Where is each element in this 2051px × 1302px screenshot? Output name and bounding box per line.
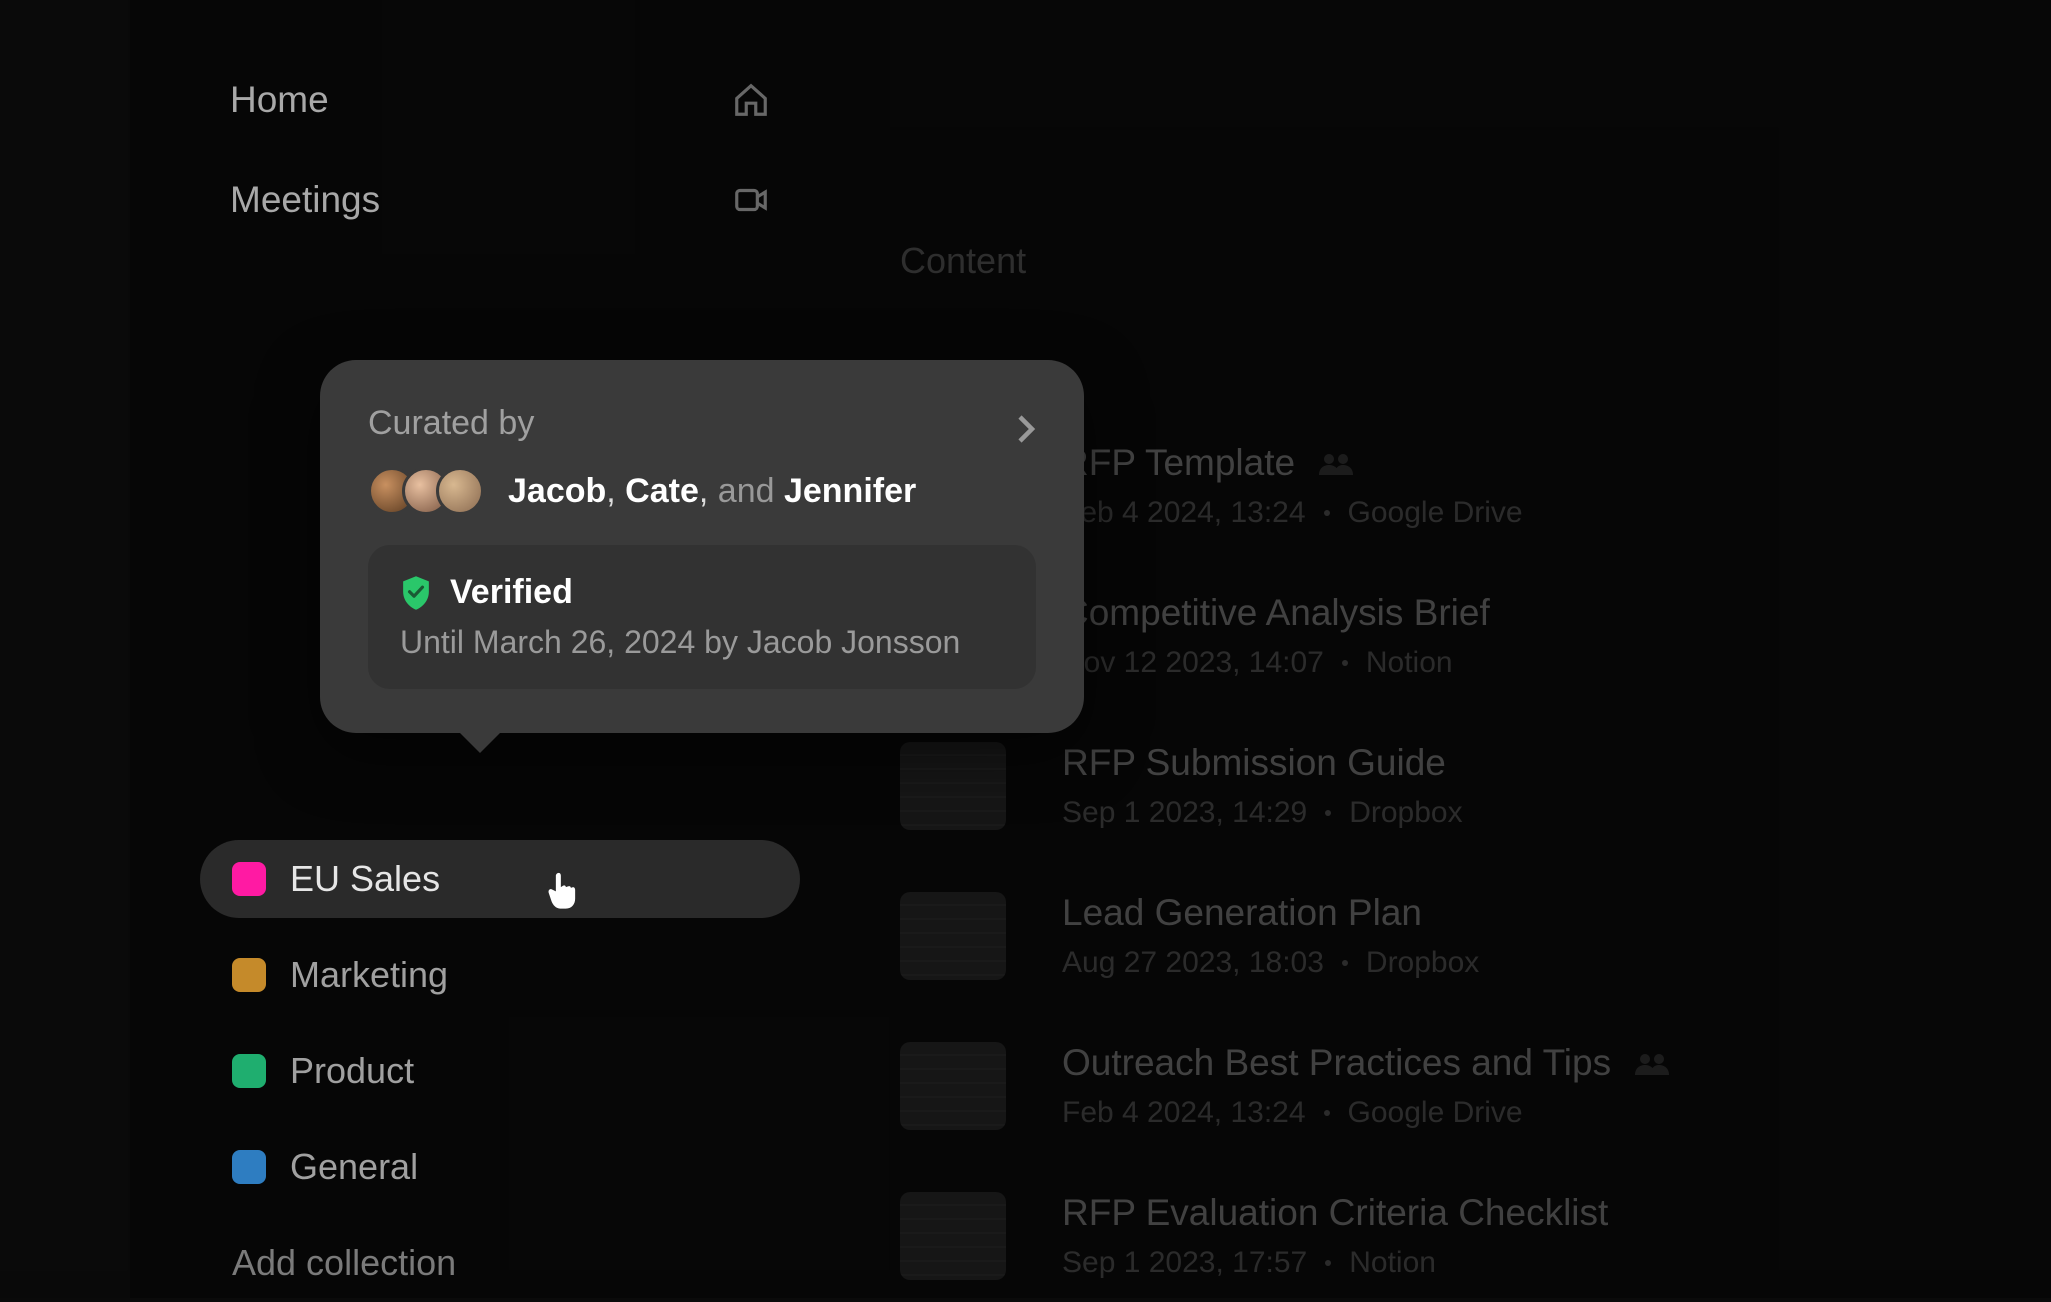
curator-names: Jacob, Cate, and Jennifer xyxy=(508,472,916,511)
content-heading: Content xyxy=(900,240,2021,282)
content-title: Competitive Analysis Brief xyxy=(1062,592,1490,634)
sidebar: Home Meetings Curated by xyxy=(130,0,870,1298)
content-subline: Feb 4 2024, 13:24 Google Drive xyxy=(1062,496,1523,530)
content-title: Lead Generation Plan xyxy=(1062,892,1422,934)
collection-label: EU Sales xyxy=(290,858,440,900)
shield-check-icon xyxy=(400,575,432,611)
collection-item-general[interactable]: General xyxy=(200,1128,800,1206)
nav-meetings-label: Meetings xyxy=(230,179,380,221)
content-meta: Outreach Best Practices and Tips Feb 4 20… xyxy=(1062,1042,1673,1130)
content-title: RFP Submission Guide xyxy=(1062,742,1446,784)
nav-home-label: Home xyxy=(230,79,329,121)
content-source: Notion xyxy=(1349,1246,1436,1280)
separator-dot xyxy=(1342,660,1348,666)
color-swatch xyxy=(232,1054,266,1088)
content-subline: Feb 4 2024, 13:24 Google Drive xyxy=(1062,1096,1673,1130)
content-item[interactable]: RFP Evaluation Criteria Checklist Sep 1 2… xyxy=(900,1192,2021,1280)
shared-users-icon xyxy=(1317,450,1357,476)
content-source: Dropbox xyxy=(1349,796,1462,830)
chevron-right-icon xyxy=(1016,414,1036,434)
content-date: Feb 4 2024, 13:24 xyxy=(1062,1096,1306,1130)
collection-item-marketing[interactable]: Marketing xyxy=(200,936,800,1014)
curated-popover: Curated by Jacob, Cate, and Jennifer xyxy=(320,360,1084,733)
collection-label: Marketing xyxy=(290,954,448,996)
add-collection-button[interactable]: Add collection xyxy=(200,1224,800,1302)
content-item[interactable]: RFP Submission Guide Sep 1 2023, 14:29 Dro… xyxy=(900,742,2021,830)
content-date: Nov 12 2023, 14:07 xyxy=(1062,646,1324,680)
content-date: Feb 4 2024, 13:24 xyxy=(1062,496,1306,530)
separator-dot xyxy=(1325,1260,1331,1266)
document-thumbnail xyxy=(900,892,1006,980)
separator-dot xyxy=(1324,1110,1330,1116)
separator-dot xyxy=(1342,960,1348,966)
content-title: Outreach Best Practices and Tips xyxy=(1062,1042,1611,1084)
content-meta: RFP Template Feb 4 2024, 13:24 Google Driv… xyxy=(1062,442,1523,530)
curated-by-row[interactable]: Curated by xyxy=(368,404,1036,443)
verified-title: Verified xyxy=(450,573,573,612)
content-source: Notion xyxy=(1366,646,1453,680)
avatar xyxy=(436,467,484,515)
verified-detail: Until March 26, 2024 by Jacob Jonsson xyxy=(400,624,1004,661)
curator-avatars xyxy=(368,467,484,515)
content-subline: Sep 1 2023, 17:57 Notion xyxy=(1062,1246,1608,1280)
content-date: Sep 1 2023, 17:57 xyxy=(1062,1246,1307,1280)
content-meta: RFP Evaluation Criteria Checklist Sep 1 2… xyxy=(1062,1192,1608,1280)
content-subline: Sep 1 2023, 14:29 Dropbox xyxy=(1062,796,1463,830)
add-collection-label: Add collection xyxy=(232,1242,456,1284)
color-swatch xyxy=(232,958,266,992)
nav-meetings[interactable]: Meetings xyxy=(130,150,870,250)
collection-item-eu-sales[interactable]: EU Sales xyxy=(200,840,800,918)
collection-item-product[interactable]: Product xyxy=(200,1032,800,1110)
home-icon xyxy=(732,81,770,119)
separator-dot xyxy=(1325,810,1331,816)
collections-list: EU Sales Marketing Product General Add c… xyxy=(130,840,870,1302)
collection-label: General xyxy=(290,1146,418,1188)
content-meta: RFP Submission Guide Sep 1 2023, 14:29 Dro… xyxy=(1062,742,1463,830)
content-title: RFP Evaluation Criteria Checklist xyxy=(1062,1192,1608,1234)
left-rail xyxy=(0,0,130,1298)
content-meta: Lead Generation Plan Aug 27 2023, 18:03 Dr… xyxy=(1062,892,1479,980)
color-swatch xyxy=(232,1150,266,1184)
document-thumbnail xyxy=(900,742,1006,830)
nav-home[interactable]: Home xyxy=(130,50,870,150)
content-meta: Competitive Analysis Brief Nov 12 2023, 1… xyxy=(1062,592,1490,680)
content-date: Sep 1 2023, 14:29 xyxy=(1062,796,1307,830)
content-item[interactable]: Outreach Best Practices and Tips Feb 4 20… xyxy=(900,1042,2021,1130)
content-date: Aug 27 2023, 18:03 xyxy=(1062,946,1324,980)
content-subline: Aug 27 2023, 18:03 Dropbox xyxy=(1062,946,1479,980)
color-swatch xyxy=(232,862,266,896)
content-source: Google Drive xyxy=(1348,1096,1523,1130)
document-thumbnail xyxy=(900,1042,1006,1130)
shared-users-icon xyxy=(1633,1050,1673,1076)
content-source: Dropbox xyxy=(1366,946,1479,980)
video-icon xyxy=(732,181,770,219)
content-subline: Nov 12 2023, 14:07 Notion xyxy=(1062,646,1490,680)
collection-label: Product xyxy=(290,1050,414,1092)
content-title: RFP Template xyxy=(1062,442,1295,484)
separator-dot xyxy=(1324,510,1330,516)
content-item[interactable]: Lead Generation Plan Aug 27 2023, 18:03 Dr… xyxy=(900,892,2021,980)
verified-card: Verified Until March 26, 2024 by Jacob J… xyxy=(368,545,1036,689)
document-thumbnail xyxy=(900,1192,1006,1280)
curators-row: Jacob, Cate, and Jennifer xyxy=(368,467,1036,515)
content-source: Google Drive xyxy=(1348,496,1523,530)
curated-by-label: Curated by xyxy=(368,404,534,443)
